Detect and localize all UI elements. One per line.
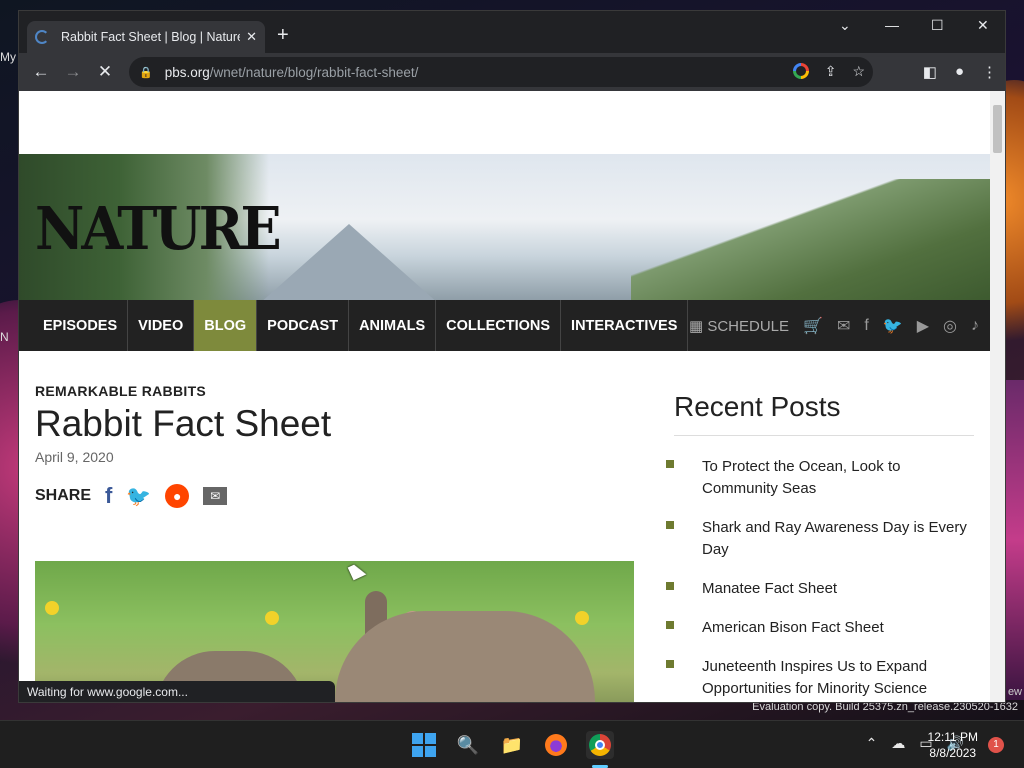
cart-icon[interactable]: 🛒	[803, 316, 823, 336]
url-text[interactable]: pbs.org/wnet/nature/blog/rabbit-fact-she…	[165, 65, 419, 80]
list-item[interactable]: American Bison Fact Sheet	[666, 617, 974, 639]
recent-posts-title: Recent Posts	[674, 391, 974, 436]
new-tab-button[interactable]: +	[277, 25, 289, 45]
side-panel-icon[interactable]: ◧	[923, 63, 937, 81]
recent-posts: Recent Posts To Protect the Ocean, Look …	[666, 391, 974, 702]
stop-loading-button[interactable]: ✕	[89, 62, 121, 82]
tray-overflow-chevron-icon[interactable]: ⌃	[866, 735, 878, 752]
share-reddit-icon[interactable]: ●	[165, 484, 190, 508]
notification-badge[interactable]: 1	[988, 737, 1004, 753]
banner-hillside	[631, 179, 991, 300]
desktop-icon-label[interactable]: ew	[1008, 686, 1022, 698]
tab-strip: Rabbit Fact Sheet | Blog | Nature ✕ + ⌄ …	[19, 11, 1005, 53]
nav-episodes[interactable]: EPISODES	[19, 300, 129, 351]
profile-icon[interactable]: ●	[955, 63, 964, 81]
bookmark-star-icon[interactable]: ☆	[852, 63, 865, 80]
lock-icon[interactable]: 🔒	[139, 66, 153, 79]
email-icon[interactable]: ✉	[837, 316, 850, 336]
tab-title: Rabbit Fact Sheet | Blog | Nature	[61, 30, 241, 44]
youtube-icon[interactable]: ▶	[917, 316, 929, 336]
list-item[interactable]: To Protect the Ocean, Look to Community …	[666, 456, 974, 500]
recent-posts-list: To Protect the Ocean, Look to Community …	[666, 456, 974, 700]
google-lens-icon[interactable]	[792, 63, 809, 79]
hero-banner: NATURE	[19, 154, 991, 300]
toolbar-right: ◧ ● ⋮	[923, 63, 997, 81]
site-nav: EPISODES VIDEO BLOG PODCAST ANIMALS COLL…	[19, 300, 991, 351]
share-icon[interactable]: ⇪	[825, 63, 837, 80]
nav-video[interactable]: VIDEO	[128, 300, 195, 351]
search-icon[interactable]: 🔍	[454, 731, 482, 759]
firefox-icon[interactable]	[542, 731, 570, 759]
instagram-icon[interactable]: ◎	[943, 316, 957, 336]
tiktok-icon[interactable]: ♪	[971, 317, 979, 335]
forward-button[interactable]: →	[57, 62, 89, 82]
nature-logo[interactable]: NATURE	[35, 193, 282, 263]
share-email-icon[interactable]: ✉	[203, 487, 228, 505]
network-icon[interactable]: ☁	[891, 735, 905, 752]
list-item[interactable]: Shark and Ray Awareness Day is Every Day	[666, 517, 974, 561]
start-button[interactable]	[410, 731, 438, 759]
status-bubble: Waiting for www.google.com...	[19, 681, 335, 702]
close-tab-icon[interactable]: ✕	[246, 29, 257, 45]
nav-interactives[interactable]: INTERACTIVES	[561, 300, 689, 351]
clock[interactable]: 12:11 PM 8/8/2023	[928, 729, 978, 761]
share-bar: SHARE f 🐦 ● ✉	[35, 483, 635, 509]
back-button[interactable]: ←	[25, 62, 57, 82]
clock-time: 12:11 PM	[927, 730, 978, 744]
nav-blog[interactable]: BLOG	[194, 300, 258, 351]
calendar-icon: ▦	[688, 317, 704, 335]
twitter-icon[interactable]: 🐦	[883, 316, 903, 336]
browser-toolbar: ← → ✕ 🔒 pbs.org/wnet/nature/blog/rabbit-…	[19, 53, 1005, 91]
article-title: Rabbit Fact Sheet	[35, 403, 332, 444]
omnibox-actions: ⇪ ☆	[792, 63, 865, 80]
taskbar: 🔍 📁 ⌃ ☁ ▭ 🔊 12:11 PM 8/8/2023 1	[0, 720, 1024, 768]
share-label: SHARE	[35, 487, 92, 504]
flower	[575, 611, 589, 625]
schedule-link[interactable]: ▦ SCHEDULE	[689, 317, 789, 335]
scrollbar-thumb[interactable]	[993, 105, 1002, 153]
address-bar[interactable]: 🔒 pbs.org/wnet/nature/blog/rabbit-fact-s…	[129, 57, 873, 87]
clock-date: 8/8/2023	[929, 746, 977, 760]
flower	[45, 601, 59, 615]
list-item[interactable]: Manatee Fact Sheet	[666, 578, 974, 600]
loading-spinner-icon	[35, 30, 49, 44]
facebook-icon[interactable]: f	[864, 317, 868, 335]
web-page: NATURE EPISODES VIDEO BLOG PODCAST ANIMA…	[19, 91, 991, 702]
banner-mountain	[259, 224, 439, 300]
tab-active[interactable]: Rabbit Fact Sheet | Blog | Nature ✕	[27, 21, 265, 53]
nav-collections[interactable]: COLLECTIONS	[436, 300, 562, 351]
share-twitter-icon[interactable]: 🐦	[126, 484, 151, 509]
article-category[interactable]: REMARKABLE RABBITS	[35, 383, 635, 399]
tab-search-icon[interactable]: ⌄	[839, 17, 851, 34]
page-scrollbar[interactable]: ▼	[990, 91, 1005, 702]
browser-window: Rabbit Fact Sheet | Blog | Nature ✕ + ⌄ …	[18, 10, 1006, 703]
share-facebook-icon[interactable]: f	[105, 483, 112, 509]
article-header: REMARKABLE RABBITS Rabbit Fact Sheet Apr…	[35, 383, 635, 509]
nav-animals[interactable]: ANIMALS	[349, 300, 437, 351]
file-explorer-icon[interactable]: 📁	[498, 731, 526, 759]
menu-kebab-icon[interactable]: ⋮	[982, 63, 997, 81]
maximize-button[interactable]: ☐	[931, 17, 944, 34]
nav-podcast[interactable]: PODCAST	[257, 300, 350, 351]
nav-utility: ▦ SCHEDULE 🛒 ✉ f 🐦 ▶ ◎ ♪	[689, 300, 979, 351]
close-window-button[interactable]: ✕	[977, 17, 989, 34]
desktop-icon-label[interactable]: My N	[0, 50, 18, 344]
flower	[265, 611, 279, 625]
chrome-icon[interactable]	[586, 731, 614, 759]
list-item[interactable]: Juneteenth Inspires Us to Expand Opportu…	[666, 656, 974, 700]
minimize-button[interactable]: —	[885, 17, 899, 33]
windows-logo-icon	[412, 733, 436, 757]
article-date: April 9, 2020	[35, 449, 114, 465]
